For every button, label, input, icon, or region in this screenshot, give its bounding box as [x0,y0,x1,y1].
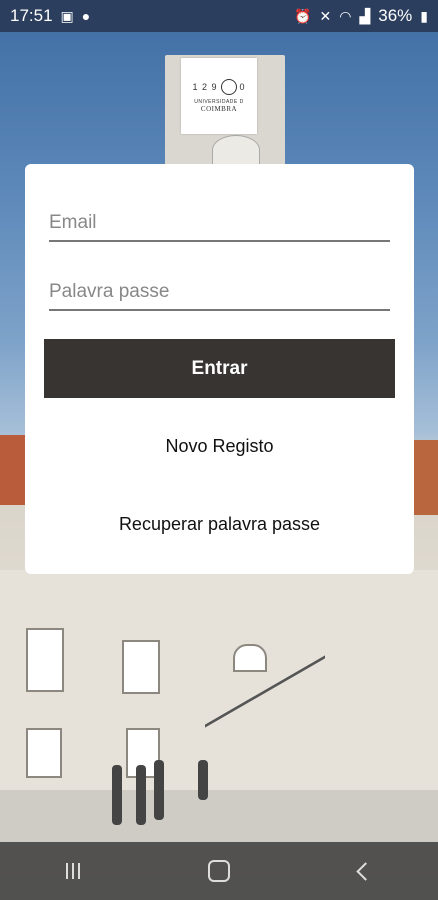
battery-percent: 36% [378,6,413,25]
navigation-bar [0,842,438,900]
seal-icon [220,79,237,95]
window [26,728,62,778]
signal-icon: ▟ [359,8,371,24]
back-icon [355,861,375,881]
home-icon [208,860,230,882]
image-icon: ▣ [60,8,74,24]
location-icon: ● [81,8,91,24]
recent-apps-icon [66,863,80,879]
recover-password-link[interactable]: Recuperar palavra passe [25,514,414,535]
recent-apps-button[interactable] [43,851,103,891]
logo-text-line2: COIMBRA [200,105,238,113]
logo-mark-right: 0 [239,82,246,92]
login-button[interactable]: Entrar [44,339,395,398]
window [233,644,267,672]
window [122,640,160,694]
status-bar: 17:51 ▣ ● ⏰ ✕ ◠ ▟ 36% ▮ [0,0,438,32]
mute-icon: ✕ [319,8,332,24]
logo-mark: 1 2 9 0 [192,79,245,95]
login-card: Entrar Novo Registo Recuperar palavra pa… [25,164,414,574]
home-button[interactable] [189,851,249,891]
battery-icon: ▮ [420,8,428,24]
roof-right-image [414,440,438,515]
logo-mark-left: 1 2 9 [192,82,218,92]
status-time: 17:51 [10,6,53,25]
email-field[interactable] [49,206,390,242]
window [26,628,64,692]
roof-left-image [0,435,25,505]
wifi-icon: ◠ [339,8,352,24]
person-image [154,760,164,820]
back-button[interactable] [335,851,395,891]
university-logo: 1 2 9 0 UNIVERSIDADE D COIMBRA [181,58,257,134]
password-field[interactable] [49,275,390,311]
alarm-icon: ⏰ [294,8,312,24]
clock-image [212,135,260,165]
ground-image [0,790,438,845]
register-link[interactable]: Novo Registo [25,436,414,457]
person-image [112,765,122,825]
person-image [198,760,208,800]
person-image [136,765,146,825]
